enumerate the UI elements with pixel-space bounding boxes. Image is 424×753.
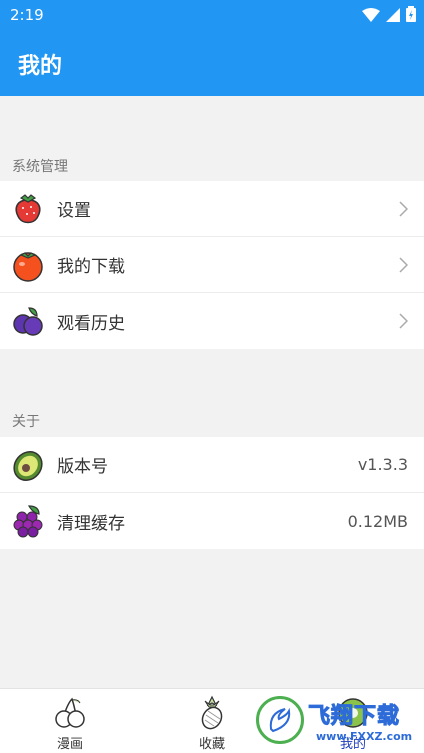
system-list: 设置 我的下载 观看历史 [0, 181, 424, 349]
signal-icon [386, 7, 400, 26]
downloads-label: 我的下载 [57, 257, 125, 277]
chevron-right-icon [398, 201, 409, 221]
version-label: 版本号 [57, 457, 108, 477]
watermark-logo-icon [256, 696, 304, 744]
clear-cache-label: 清理缓存 [57, 513, 125, 534]
clear-cache-row[interactable]: 清理缓存 0.12MB [0, 493, 424, 549]
grape-icon [10, 503, 46, 539]
settings-label: 设置 [57, 201, 91, 221]
status-bar: 2:19 [0, 0, 424, 30]
wifi-icon [362, 7, 380, 26]
history-label: 观看历史 [57, 313, 125, 334]
chevron-right-icon [398, 257, 409, 277]
status-time: 2:19 [10, 6, 44, 24]
watermark-subtitle: www.FXXZ.com [316, 729, 413, 743]
version-row: 版本号 v1.3.3 [0, 437, 424, 493]
section-header-about: 关于 [12, 414, 40, 430]
settings-row[interactable]: 设置 [0, 181, 424, 237]
cache-size-value: 0.12MB [347, 511, 408, 531]
nav-label-comics: 漫画 [56, 737, 83, 752]
version-value: v1.3.3 [357, 455, 408, 474]
app-bar: 我的 [0, 30, 424, 96]
history-row[interactable]: 观看历史 [0, 293, 424, 349]
page-title: 我的 [18, 54, 63, 79]
about-list: 版本号 v1.3.3 清理缓存 0.12MB [0, 437, 424, 549]
status-icons [362, 6, 416, 26]
cherry-icon [30, 695, 110, 731]
nav-item-favorites[interactable]: 收藏 [172, 695, 252, 752]
watermark: 飞翔下载 www.FXXZ.com [256, 694, 416, 746]
section-header-system: 系统管理 [12, 159, 68, 175]
tomato-icon [10, 247, 46, 283]
battery-icon [406, 6, 416, 26]
blueberry-icon [10, 303, 46, 339]
nav-item-comics[interactable]: 漫画 [30, 695, 110, 752]
pineapple-icon [172, 695, 252, 731]
strawberry-icon [10, 191, 46, 227]
chevron-right-icon [398, 313, 409, 333]
nav-label-favorites: 收藏 [198, 737, 225, 752]
downloads-row[interactable]: 我的下载 [0, 237, 424, 293]
watermark-title: 飞翔下载 [307, 703, 401, 729]
avocado-icon [10, 447, 46, 483]
